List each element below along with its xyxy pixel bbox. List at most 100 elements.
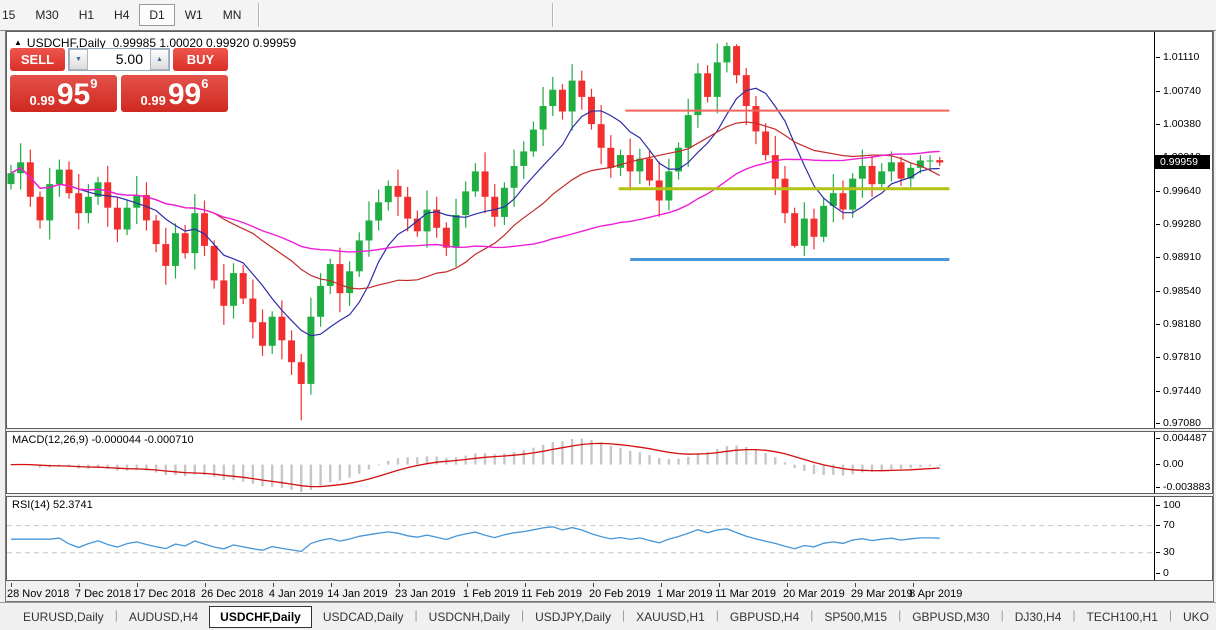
price-axis-tick: 1.01110 [1155,51,1199,64]
date-tick [467,583,468,587]
date-label: 4 Jan 2019 [269,588,323,600]
price-axis[interactable]: 1.011101.007401.003801.000100.996400.992… [1154,32,1212,428]
main-plot[interactable]: ▲USDCHF,Daily0.99985 1.00020 0.99920 0.9… [7,32,1154,428]
chart-tab-gbpusd-m30[interactable]: GBPUSD,M30 [901,606,1000,628]
date-tick [399,583,400,587]
date-label: 20 Mar 2019 [783,588,845,600]
date-label: 23 Jan 2019 [395,588,456,600]
chart-window: ▲USDCHF,Daily0.99985 1.00020 0.99920 0.9… [5,30,1214,602]
chart-tab-tech100-h1[interactable]: TECH100,H1 [1076,606,1169,628]
date-tick [137,583,138,587]
ask-price-big-digits: 99 [168,81,201,109]
macd-pane: MACD(12,26,9) -0.000044 -0.000710 0.0044… [6,431,1213,494]
date-label: 29 Mar 2019 [851,588,913,600]
rsi-indicator-label: RSI(14) 52.3741 [12,499,93,511]
chart-tab-eurusd-daily[interactable]: EURUSD,Daily [12,606,115,628]
date-tick [855,583,856,587]
date-tick [79,583,80,587]
bid-price-pipette: 9 [90,76,97,91]
toolbar-separator [552,3,553,27]
current-price-tag: 0.99959 [1155,155,1210,169]
bid-price-box[interactable]: 0.99 95 9 [10,75,117,112]
ask-price-box[interactable]: 0.99 99 6 [121,75,228,112]
date-tick [525,583,526,587]
chart-tab-gbpusd-h4[interactable]: GBPUSD,H4 [719,606,810,628]
chart-tab-xauusd-h1[interactable]: XAUUSD,H1 [625,606,716,628]
buy-button[interactable]: BUY [173,48,228,71]
date-tick [719,583,720,587]
timeframe-toolbar: 15M30H1H4D1W1MN [0,0,1216,31]
macd-plot[interactable]: MACD(12,26,9) -0.000044 -0.000710 [7,432,1154,493]
date-tick [593,583,594,587]
date-label: 7 Dec 2018 [75,588,131,600]
timeframe-button-m30[interactable]: M30 [25,4,68,26]
rsi-plot[interactable]: RSI(14) 52.3741 [7,497,1154,580]
timeframe-button-mn[interactable]: MN [213,4,252,26]
rsi-chart [7,497,1154,580]
date-label: 11 Mar 2019 [715,588,776,600]
chart-tab-dj30-h4[interactable]: DJ30,H4 [1004,606,1073,628]
bid-price-big-digits: 95 [57,81,90,109]
price-axis-tick: 0.99280 [1155,218,1201,231]
rsi-axis-tick: 0 [1155,567,1169,580]
bid-price-prefix: 0.99 [30,92,55,109]
volume-increase-button[interactable]: ▲ [150,49,169,70]
date-label: 11 Feb 2019 [521,588,582,600]
date-tick [331,583,332,587]
price-axis-tick: 0.97810 [1155,351,1201,364]
date-tick [11,583,12,587]
date-tick [661,583,662,587]
macd-axis-tick: 0.004487 [1155,432,1207,445]
mt4-terminal: 15M30H1H4D1W1MN ▲USDCHF,Daily0.99985 1.0… [0,0,1216,630]
date-label: 26 Dec 2018 [201,588,263,600]
date-label: 17 Dec 2018 [133,588,195,600]
volume-input[interactable]: 5.00 [88,49,150,70]
price-axis-tick: 1.00380 [1155,118,1201,131]
chart-tab-usdcnh-daily[interactable]: USDCNH,Daily [418,606,521,628]
timeframe-button-h1[interactable]: H1 [69,4,104,26]
chart-tab-bar: EURUSD,Daily|AUDUSD,H4USDCHF,DailyUSDCAD… [0,602,1216,630]
rsi-axis[interactable]: 10070300 [1154,497,1212,580]
chart-tab-audusd-h4[interactable]: AUDUSD,H4 [118,606,209,628]
date-tick [913,583,914,587]
chart-tab-usdjpy-daily[interactable]: USDJPY,Daily [524,606,622,628]
sell-button[interactable]: SELL [10,48,65,71]
volume-decrease-button[interactable]: ▼ [69,49,88,70]
ask-price-pipette: 6 [201,76,208,91]
rsi-pane: RSI(14) 52.3741 10070300 [6,496,1213,581]
price-axis-tick: 0.98180 [1155,318,1201,331]
chart-tab-usdchf-daily[interactable]: USDCHF,Daily [209,606,312,628]
macd-axis-tick: -0.003883 [1155,481,1210,494]
main-price-pane: ▲USDCHF,Daily0.99985 1.00020 0.99920 0.9… [6,31,1213,429]
rsi-axis-tick: 30 [1155,546,1175,559]
date-tick [273,583,274,587]
ask-price-prefix: 0.99 [141,92,166,109]
date-label: 20 Feb 2019 [589,588,651,600]
macd-axis-tick: 0.00 [1155,458,1183,471]
price-axis-tick: 0.97080 [1155,417,1201,430]
collapse-panel-icon[interactable]: ▲ [14,38,22,47]
date-label: 1 Feb 2019 [463,588,519,600]
price-axis-tick: 0.98540 [1155,285,1201,298]
macd-axis[interactable]: 0.004487 0.00 -0.003883 [1154,432,1212,493]
volume-stepper: ▼ 5.00 ▲ [68,48,170,71]
chart-tab-sp500-m15[interactable]: SP500,M15 [813,606,898,628]
date-label: 8 Apr 2019 [909,588,962,600]
toolbar-separator [258,3,259,27]
chart-tab-uko[interactable]: UKO [1172,606,1216,628]
macd-indicator-label: MACD(12,26,9) -0.000044 -0.000710 [12,434,194,446]
date-label: 28 Nov 2018 [7,588,69,600]
date-tick [787,583,788,587]
date-label: 1 Mar 2019 [657,588,713,600]
one-click-trading-panel: SELL ▼ 5.00 ▲ BUY 0.99 95 9 [10,48,228,112]
rsi-axis-tick: 100 [1155,499,1181,512]
price-axis-tick: 0.98910 [1155,251,1201,264]
timeframe-button-15[interactable]: 15 [0,4,25,26]
price-axis-tick: 0.97440 [1155,385,1201,398]
timeframe-button-d1[interactable]: D1 [139,4,174,26]
timeframe-button-h4[interactable]: H4 [104,4,139,26]
date-tick [205,583,206,587]
chart-tab-usdcad-daily[interactable]: USDCAD,Daily [312,606,415,628]
timeframe-button-w1[interactable]: W1 [175,4,213,26]
price-axis-tick: 0.99640 [1155,185,1201,198]
